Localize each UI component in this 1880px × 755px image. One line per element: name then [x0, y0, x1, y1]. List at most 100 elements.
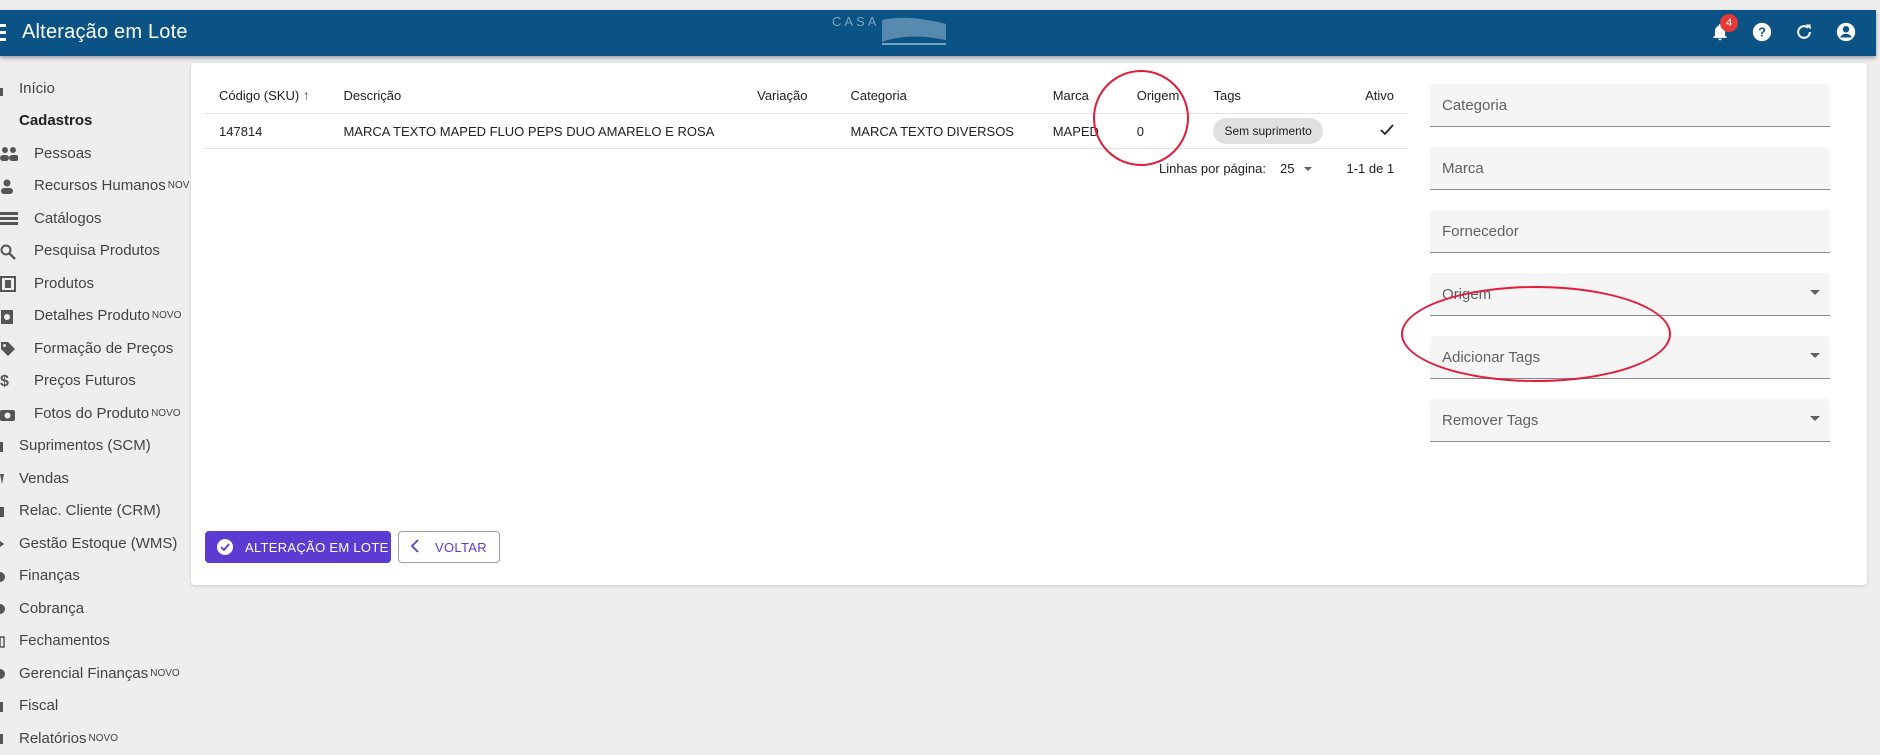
notifications-button[interactable]: 4 [1708, 14, 1738, 44]
cell-variacao [743, 113, 837, 149]
tag-icon [0, 340, 18, 358]
sidebar-item-pessoas[interactable]: Pessoas [0, 137, 190, 170]
sidebar-item-catalogos[interactable]: Catálogos [0, 202, 190, 235]
sidebar-item-fechamentos[interactable]: Fechamentos [0, 625, 190, 658]
sidebar-item-label: Suprimentos (SCM) [19, 437, 151, 455]
refresh-button[interactable] [1792, 20, 1816, 44]
sidebar-item-label: Fechamentos [19, 632, 110, 650]
dollar-icon: $ [0, 372, 9, 390]
list-icon [0, 210, 18, 228]
sidebar-item-label: Cobrança [19, 599, 85, 617]
menu-icon[interactable] [0, 24, 6, 42]
sidebar-item-label: Catálogos [34, 209, 102, 227]
sidebar-item-cadastros[interactable]: Cadastros [0, 105, 190, 138]
people-icon [0, 145, 18, 163]
batch-update-label: ALTERAÇÃO EM LOTE [245, 539, 389, 555]
account-button[interactable] [1834, 20, 1858, 44]
categoria-field[interactable]: Categoria [1430, 84, 1830, 127]
remover-tags-select[interactable]: Remover Tags [1430, 399, 1830, 442]
sidebar-item-label: Início [19, 79, 55, 97]
sidebar-item-wms[interactable]: Gestão Estoque (WMS) [0, 527, 190, 560]
contacts-icon [0, 503, 6, 521]
sidebar-item-produtos[interactable]: Produtos [0, 267, 190, 300]
check-icon [1380, 123, 1394, 135]
account-circle-icon [1836, 22, 1856, 42]
column-header-variacao[interactable]: Variação [743, 77, 837, 114]
sidebar-item-fotos-produto[interactable]: Fotos do Produto NOVO [0, 397, 190, 430]
cart-icon [0, 470, 6, 488]
sidebar-nav: Início Cadastros Pessoas Recursos Humano… [0, 72, 190, 755]
sidebar-item-label: Detalhes Produto [34, 307, 150, 325]
fornecedor-field[interactable]: Fornecedor [1430, 210, 1830, 253]
cell-categoria: MARCA TEXTO DIVERSOS [836, 113, 1039, 149]
highlight-circle-origem-column [1093, 70, 1189, 166]
chart-icon [0, 665, 6, 683]
sidebar-item-inicio[interactable]: Início [0, 72, 190, 105]
sidebar-item-label: Fiscal [19, 697, 59, 715]
cell-tags: Sem suprimento [1199, 113, 1348, 149]
page-title: Alteração em Lote [22, 21, 188, 43]
column-header-sku[interactable]: Código (SKU) ↑ [205, 77, 330, 114]
column-header-tags[interactable]: Tags [1199, 77, 1348, 114]
rows-per-page-select[interactable]: 25 [1280, 161, 1313, 176]
search-icon [0, 243, 18, 261]
chevron-left-icon [410, 538, 419, 556]
sidebar-item-vendas[interactable]: Vendas [0, 462, 190, 495]
cell-sku: 147814 [205, 113, 330, 149]
new-badge: NOVO [150, 667, 180, 679]
sidebar-item-fiscal[interactable]: Fiscal [0, 690, 190, 723]
person-icon [0, 178, 18, 196]
help-button[interactable]: ? [1750, 20, 1774, 44]
sidebar-item-label: Vendas [19, 469, 70, 487]
new-badge: NOVO [151, 407, 181, 419]
batch-update-button[interactable]: ALTERAÇÃO EM LOTE [205, 531, 391, 563]
back-button[interactable]: VOLTAR [398, 531, 500, 563]
rows-per-page-label: Linhas por página: [1159, 161, 1266, 176]
refresh-icon [1797, 24, 1811, 39]
sidebar-item-detalhes-produto[interactable]: Detalhes Produto NOVO [0, 300, 190, 333]
table-pagination: Linhas por página: 25 1-1 de 1 [1159, 161, 1394, 176]
camera-icon [0, 405, 18, 423]
column-header-ativo[interactable]: Ativo [1347, 77, 1408, 114]
fornecedor-label: Fornecedor [1442, 223, 1519, 240]
sidebar-item-label: Finanças [19, 567, 80, 585]
billing-icon [0, 600, 6, 618]
sidebar-item-label: Relatórios [19, 729, 87, 747]
sidebar-item-formacao-precos[interactable]: Formação de Preços [0, 332, 190, 365]
sidebar-item-precos-futuros[interactable]: $ Preços Futuros [0, 365, 190, 398]
marca-field[interactable]: Marca [1430, 147, 1830, 190]
cell-descricao: MARCA TEXTO MAPED FLUO PEPS DUO AMARELO … [329, 113, 744, 149]
products-table: Código (SKU) ↑ Descrição Variação Catego… [205, 77, 1408, 149]
chevron-down-icon [1810, 290, 1820, 295]
warehouse-icon [0, 535, 6, 553]
company-logo: CASA [828, 12, 956, 52]
sidebar-item-pesquisa-produtos[interactable]: Pesquisa Produtos [0, 235, 190, 268]
table-header-row: Código (SKU) ↑ Descrição Variação Catego… [205, 77, 1408, 114]
sidebar-item-label: Recursos Humanos [34, 177, 166, 195]
sidebar-item-cobranca[interactable]: Cobrança [0, 592, 190, 625]
column-header-descricao[interactable]: Descrição [329, 77, 744, 114]
new-badge: NOV [167, 180, 190, 192]
sidebar-item-gerencial-financas[interactable]: Gerencial Finanças NOVO [0, 657, 190, 690]
sidebar-item-suprimentos[interactable]: Suprimentos (SCM) [0, 430, 190, 463]
chevron-down-icon [1810, 353, 1820, 358]
column-header-categoria[interactable]: Categoria [836, 77, 1039, 114]
cell-ativo [1347, 113, 1408, 149]
sidebar-item-financas[interactable]: Finanças [0, 560, 190, 593]
sidebar-item-label: Gerencial Finanças [19, 664, 149, 682]
sidebar-item-crm[interactable]: Relac. Cliente (CRM) [0, 495, 190, 528]
table-row[interactable]: 147814 MARCA TEXTO MAPED FLUO PEPS DUO A… [205, 113, 1408, 149]
sidebar-item-label: Produtos [34, 274, 95, 292]
top-app-bar: Alteração em Lote CASA 4 ? [0, 10, 1876, 56]
money-icon [0, 568, 6, 586]
sidebar-item-recursos-humanos[interactable]: Recursos Humanos NOV [0, 170, 190, 203]
remover-tags-label: Remover Tags [1442, 412, 1539, 429]
sidebar-item-label: Cadastros [19, 112, 93, 130]
receipt-icon [0, 698, 6, 716]
report-icon [0, 730, 6, 748]
highlight-circle-origem-field [1401, 286, 1671, 382]
tag-chip[interactable]: Sem suprimento [1213, 118, 1323, 144]
sidebar-item-relatorios[interactable]: Relatórios NOVO [0, 722, 190, 755]
sidebar-item-label: Pessoas [34, 144, 92, 162]
sidebar-item-label: Fotos do Produto [34, 404, 150, 422]
